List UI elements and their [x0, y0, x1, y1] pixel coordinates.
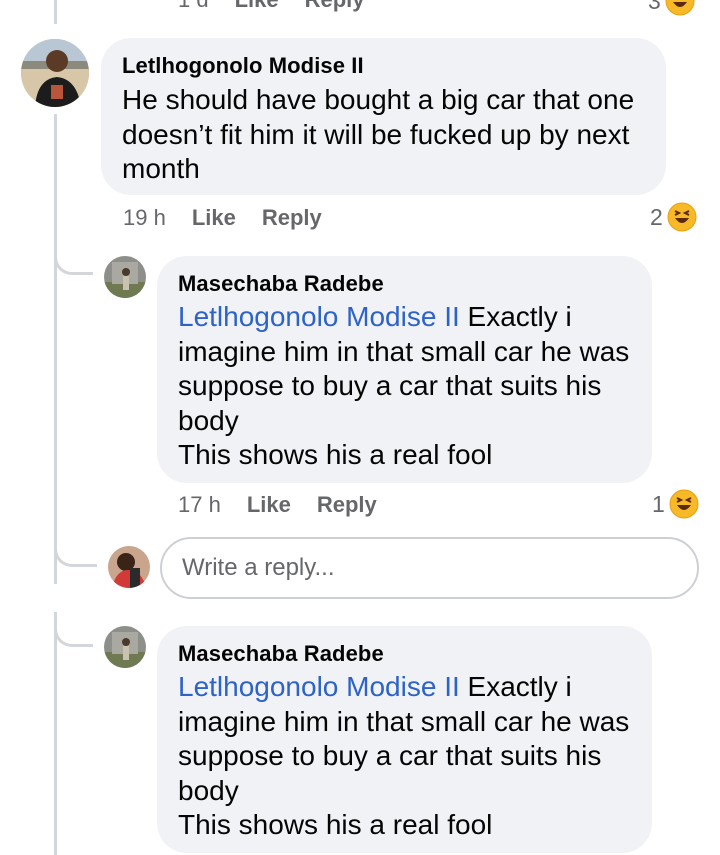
top-comment-meta: 1 d Like Reply: [178, 0, 365, 13]
top-comment-time: 1 d: [178, 0, 209, 12]
comment-bubble: Letlhogonolo Modise II He should have bo…: [101, 38, 666, 195]
reply-1-line-3: suppose to buy a car that suits his: [178, 370, 602, 401]
write-reply-input[interactable]: Write a reply...: [160, 537, 699, 599]
thread-curve-replybox: [54, 520, 97, 567]
reply-2-line-2: imagine him in that small car he was: [178, 705, 630, 737]
reply-bubble-1: Masechaba Radebe Letlhogonolo Modise II …: [157, 256, 652, 483]
haha-icon: [669, 489, 699, 519]
reply-bubble-2: Masechaba Radebe Letlhogonolo Modise II …: [157, 626, 652, 853]
avatar-masechaba[interactable]: [104, 256, 146, 298]
comment-like-button[interactable]: Like: [192, 205, 236, 230]
top-like-button[interactable]: Like: [235, 0, 279, 12]
reply-1-author[interactable]: Masechaba Radebe: [178, 271, 384, 297]
person-photo-icon: [108, 546, 150, 588]
comment-reply-button[interactable]: Reply: [262, 205, 322, 230]
haha-icon: [665, 0, 695, 16]
reply-2-line-4: body: [178, 774, 239, 806]
comment-author[interactable]: Letlhogonolo Modise II: [122, 53, 364, 79]
haha-icon: [667, 202, 697, 232]
top-reaction-summary[interactable]: 3: [648, 0, 695, 16]
reply-1-reaction-count: 1: [652, 490, 665, 517]
person-photo-icon: [21, 39, 89, 107]
reply-1-time[interactable]: 17 h: [178, 492, 221, 517]
current-user-avatar: [108, 546, 150, 588]
top-reply-button[interactable]: Reply: [305, 0, 365, 12]
avatar-masechaba[interactable]: [104, 626, 146, 668]
reply-1-line-1: Exactly i: [459, 301, 572, 332]
reply-1-text: Letlhogonolo Modise II Exactly i imagine…: [178, 300, 648, 473]
person-photo-icon: [104, 256, 146, 298]
reply-1-reply-button[interactable]: Reply: [317, 492, 377, 517]
thread-line-lower: [54, 612, 57, 855]
reply-1-line-4: body: [178, 404, 239, 436]
reply-2-text: Letlhogonolo Modise II Exactly i imagine…: [178, 670, 648, 843]
reply-1-line-2: imagine him in that small car he was: [178, 335, 630, 367]
reply-1-mention[interactable]: Letlhogonolo Modise II: [178, 301, 460, 332]
reply-1-line-5: This shows his a real fool: [178, 439, 493, 470]
person-photo-icon: [104, 626, 146, 668]
comment-reaction-count: 2: [650, 203, 663, 230]
comment-meta: 19 h Like Reply: [123, 205, 322, 231]
reply-2-mention[interactable]: Letlhogonolo Modise II: [178, 671, 460, 702]
reply-2-author[interactable]: Masechaba Radebe: [178, 641, 384, 667]
reply-1-reaction-summary[interactable]: 1: [652, 489, 699, 519]
top-reaction-count: 3: [648, 0, 661, 14]
comment-text: He should have bought a big car that one…: [122, 84, 635, 184]
reply-1-like-button[interactable]: Like: [247, 492, 291, 517]
reply-2-line-1: Exactly i: [459, 671, 572, 702]
reply-2-line-3: suppose to buy a car that suits his: [178, 740, 602, 771]
comment-reaction-summary[interactable]: 2: [650, 202, 697, 232]
thread-line-main: [54, 114, 57, 584]
avatar-letlhogonolo[interactable]: [21, 39, 89, 107]
comment-time[interactable]: 19 h: [123, 205, 166, 230]
thread-line-top: [54, 0, 57, 24]
thread-curve-reply-2: [54, 612, 93, 647]
reply-1-meta: 17 h Like Reply: [178, 492, 377, 518]
thread-curve-reply-1: [54, 220, 93, 275]
reply-2-line-5: This shows his a real fool: [178, 809, 493, 840]
